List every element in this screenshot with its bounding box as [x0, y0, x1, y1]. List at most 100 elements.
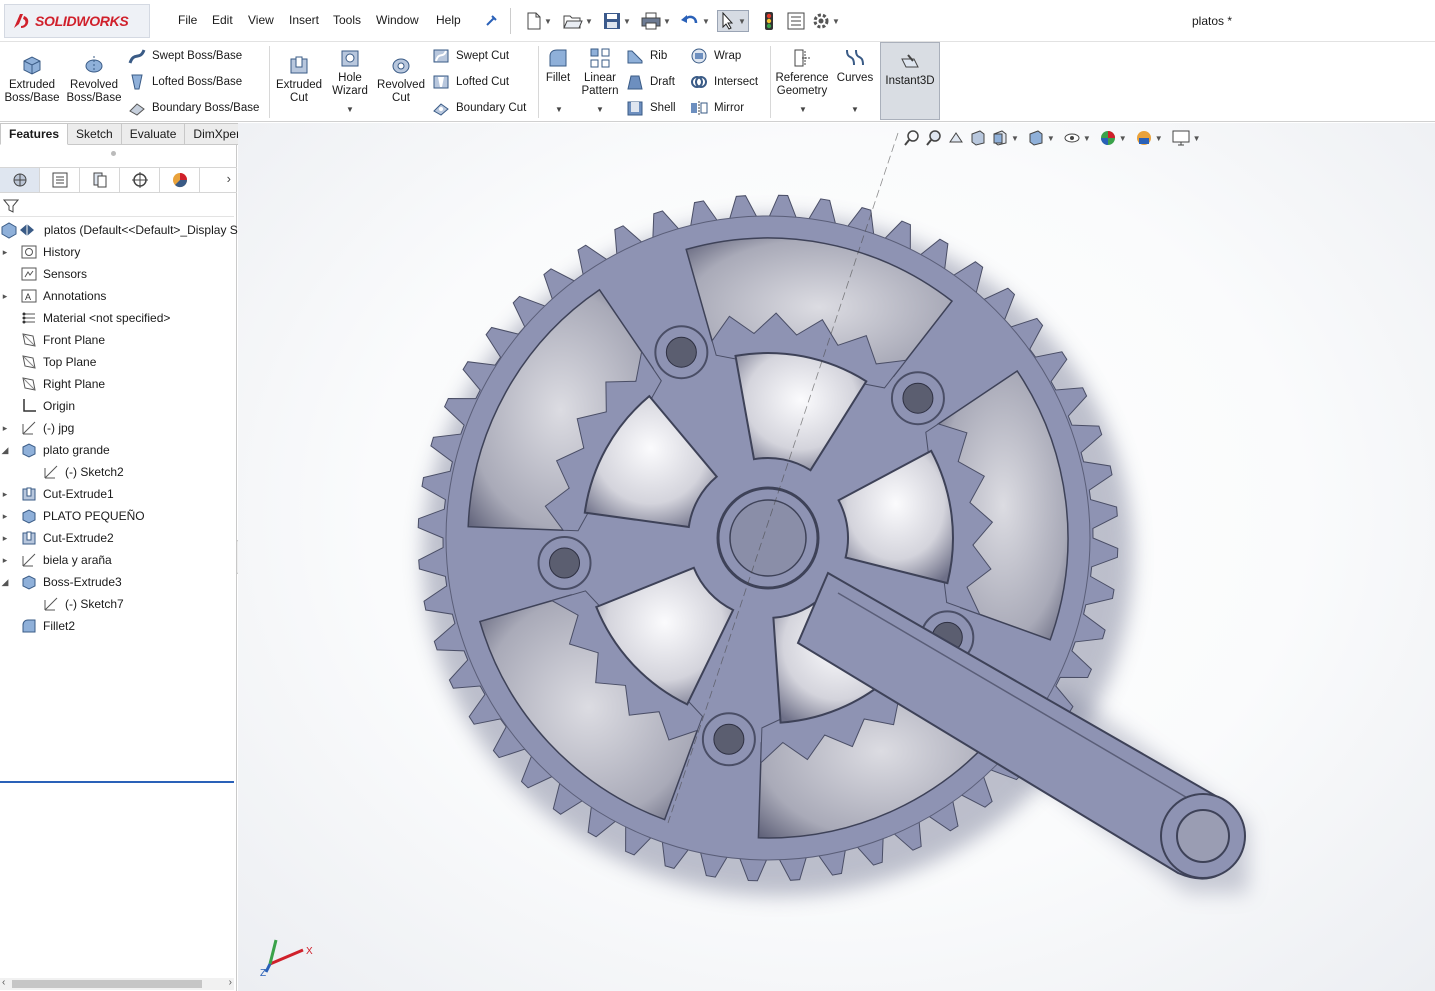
swept-boss-button[interactable]: Swept Boss/Base	[128, 47, 242, 65]
tree-node[interactable]: (-) Sketch7	[0, 593, 237, 615]
boundary-boss-button[interactable]: Boundary Boss/Base	[128, 99, 259, 117]
undo-button[interactable]: ▼	[680, 10, 710, 32]
apply-scene-button[interactable]: ▼	[1135, 129, 1167, 147]
tab-features[interactable]: Features	[0, 123, 69, 145]
intersect-button[interactable]: Intersect	[690, 73, 758, 91]
extruded-cut-button[interactable]: Extruded Cut	[272, 54, 326, 105]
tree-node[interactable]: ▸ History	[0, 241, 237, 263]
tree-node[interactable]: Material <not specified>	[0, 307, 237, 329]
tree-node[interactable]: ◢ plato grande	[0, 439, 237, 461]
expand-arrow-icon[interactable]: ▸	[0, 291, 10, 302]
graphics-area[interactable]: ▼ ▼ ▼ ▼ ▼ ▼ X Z	[238, 123, 1435, 991]
tree-node[interactable]: ▸ (-) jpg	[0, 417, 237, 439]
print-button[interactable]: ▼	[641, 10, 671, 32]
menu-insert[interactable]: Insert	[289, 13, 319, 27]
view-settings-button[interactable]: ▼	[1171, 129, 1205, 147]
tree-node[interactable]: Fillet2	[0, 615, 237, 637]
tree-filter[interactable]	[0, 195, 234, 217]
tab-property-manager[interactable]	[40, 168, 80, 192]
tab-evaluate[interactable]: Evaluate	[121, 123, 186, 145]
expand-arrow-icon[interactable]: ▸	[0, 423, 10, 434]
expand-arrow-icon[interactable]: ▸	[0, 511, 10, 522]
pin-icon[interactable]	[485, 13, 499, 27]
menu-file[interactable]: File	[178, 13, 197, 27]
curves-button[interactable]: Curves	[834, 47, 876, 85]
zoom-to-fit-button[interactable]	[903, 129, 921, 147]
tab-configuration-manager[interactable]	[80, 168, 120, 192]
save-button[interactable]: ▼	[603, 10, 631, 32]
crankset-model[interactable]	[238, 123, 1435, 991]
reference-triad[interactable]: X Z	[258, 928, 318, 978]
tree-node[interactable]: ▸ Cut-Extrude2	[0, 527, 237, 549]
menu-help[interactable]: Help	[436, 13, 461, 27]
linear-pattern-dropdown[interactable]: ▼	[596, 105, 604, 114]
expand-arrow-icon[interactable]: ▸	[0, 247, 10, 258]
previous-view-button[interactable]	[947, 129, 965, 147]
shell-button[interactable]: Shell	[626, 99, 676, 117]
fillet-button[interactable]: Fillet	[541, 47, 575, 85]
menu-window[interactable]: Window	[376, 13, 419, 27]
view-orientation-button[interactable]: ▼	[991, 129, 1023, 147]
section-view-button[interactable]	[969, 129, 987, 147]
scroll-thumb[interactable]	[12, 980, 202, 988]
scroll-left-icon[interactable]: ‹	[2, 977, 5, 988]
menu-view[interactable]: View	[248, 13, 274, 27]
file-properties-button[interactable]	[787, 10, 805, 32]
scroll-right-icon[interactable]: ›	[229, 977, 232, 988]
revolved-boss-button[interactable]: Revolved Boss/Base	[64, 52, 124, 105]
expand-arrow-icon[interactable]: ▸	[0, 555, 10, 566]
boundary-cut-button[interactable]: Boundary Cut	[432, 99, 526, 117]
new-button[interactable]: ▼	[526, 10, 552, 32]
tree-node[interactable]: Right Plane	[0, 373, 237, 395]
tree-node[interactable]: ◢ Boss-Extrude3	[0, 571, 237, 593]
menu-edit[interactable]: Edit	[212, 13, 233, 27]
tab-feature-manager[interactable]	[0, 168, 40, 192]
expand-arrow-icon[interactable]: ▸	[0, 533, 10, 544]
revolved-cut-button[interactable]: Revolved Cut	[374, 54, 428, 105]
fillet-dropdown[interactable]: ▼	[555, 105, 563, 114]
rib-button[interactable]: Rib	[626, 47, 667, 65]
instant3d-button[interactable]: Instant3D	[880, 42, 940, 120]
swept-cut-button[interactable]: Swept Cut	[432, 47, 509, 65]
linear-pattern-button[interactable]: Linear Pattern	[578, 47, 622, 98]
tab-display-manager[interactable]	[160, 168, 200, 192]
mirror-button[interactable]: Mirror	[690, 99, 744, 117]
edit-appearance-button[interactable]: ▼	[1099, 129, 1131, 147]
reference-geometry-dropdown[interactable]: ▼	[799, 105, 807, 114]
tree-node[interactable]: Front Plane	[0, 329, 237, 351]
rebuild-button[interactable]	[763, 10, 775, 32]
tree-node[interactable]: platos (Default<<Default>_Display S	[0, 219, 238, 241]
tab-dimxpert-manager[interactable]	[120, 168, 160, 192]
reference-geometry-button[interactable]: Reference Geometry	[773, 47, 831, 98]
lofted-cut-button[interactable]: Lofted Cut	[432, 73, 509, 91]
zoom-to-area-button[interactable]	[925, 129, 943, 147]
tree-node[interactable]: Origin	[0, 395, 237, 417]
display-style-button[interactable]: ▼	[1027, 129, 1059, 147]
hole-wizard-dropdown[interactable]: ▼	[346, 105, 354, 114]
tree-node[interactable]: ▸ A Annotations	[0, 285, 237, 307]
wrap-button[interactable]: Wrap	[690, 47, 741, 65]
expand-arrow-icon[interactable]: ▸	[0, 489, 10, 500]
tree-node[interactable]: ▸ PLATO PEQUEÑO	[0, 505, 237, 527]
tab-sketch[interactable]: Sketch	[68, 123, 122, 145]
collapse-arrow-icon[interactable]: ◢	[0, 577, 10, 588]
panel-collapse-handle[interactable]	[111, 151, 116, 156]
curves-dropdown[interactable]: ▼	[851, 105, 859, 114]
chevron-right-icon[interactable]: ›	[227, 171, 231, 186]
hide-show-items-button[interactable]: ▼	[1063, 129, 1095, 147]
solidworks-logo[interactable]: SOLIDWORKS	[4, 4, 150, 38]
hole-wizard-button[interactable]: Hole Wizard	[326, 47, 374, 98]
rollback-bar[interactable]	[0, 781, 234, 783]
horizontal-scrollbar[interactable]: ‹ ›	[0, 977, 234, 990]
tree-node[interactable]: ▸ Cut-Extrude1	[0, 483, 237, 505]
select-button[interactable]: ▼	[717, 10, 749, 32]
draft-button[interactable]: Draft	[626, 73, 675, 91]
tree-node[interactable]: Top Plane	[0, 351, 237, 373]
open-button[interactable]: ▼	[563, 10, 593, 32]
collapse-arrow-icon[interactable]: ◢	[0, 445, 10, 456]
lofted-boss-button[interactable]: Lofted Boss/Base	[128, 73, 242, 91]
tree-node[interactable]: (-) Sketch2	[0, 461, 237, 483]
options-button[interactable]: ▼	[812, 10, 840, 32]
tree-node[interactable]: Sensors	[0, 263, 237, 285]
extruded-boss-button[interactable]: Extruded Boss/Base	[4, 52, 60, 105]
